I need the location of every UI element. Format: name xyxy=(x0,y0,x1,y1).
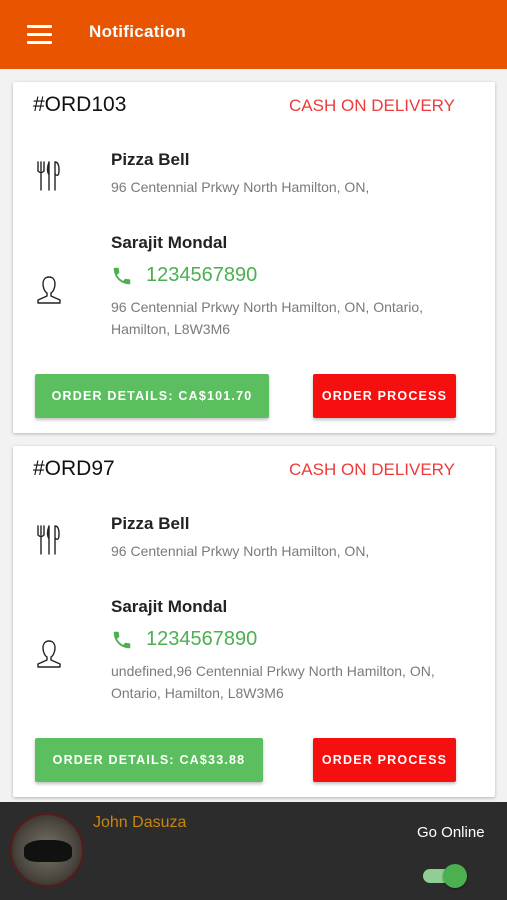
restaurant-name: Pizza Bell xyxy=(111,150,190,169)
avatar[interactable] xyxy=(10,813,84,887)
phone-number[interactable]: 1234567890 xyxy=(146,264,257,287)
phone-number[interactable]: 1234567890 xyxy=(146,628,257,651)
order-process-button[interactable]: ORDER PROCESS xyxy=(313,738,456,782)
toggle-knob[interactable] xyxy=(443,864,467,888)
restaurant-cutlery-icon xyxy=(35,160,63,192)
order-details-button[interactable]: ORDER DETAILS: CA$33.88 xyxy=(35,738,263,782)
order-card: #ORD97 CASH ON DELIVERY Pizza Bell 96 Ce… xyxy=(13,446,495,797)
app-header: Notification xyxy=(0,0,507,69)
driver-name: John Dasuza xyxy=(93,814,187,831)
order-id: #ORD103 xyxy=(33,93,127,116)
order-id: #ORD97 xyxy=(33,457,115,480)
go-online-label: Go Online xyxy=(417,824,485,841)
customer-address: 96 Centennial Prkwy North Hamilton, ON, … xyxy=(111,299,424,337)
phone-icon xyxy=(113,267,131,285)
page-title: Notification xyxy=(89,22,187,41)
order-details-button[interactable]: ORDER DETAILS: CA$101.70 xyxy=(35,374,269,418)
restaurant-name: Pizza Bell xyxy=(111,514,190,533)
order-card: #ORD103 CASH ON DELIVERY Pizza Bell 96 C… xyxy=(13,82,495,433)
customer-name: Sarajit Mondal xyxy=(111,597,228,616)
payment-method: CASH ON DELIVERY xyxy=(289,96,455,115)
driver-status-bar: John Dasuza Go Online xyxy=(0,802,507,900)
restaurant-address: 96 Centennial Prkwy North Hamilton, ON, xyxy=(111,179,370,195)
restaurant-address: 96 Centennial Prkwy North Hamilton, ON, xyxy=(111,543,370,559)
customer-user-icon xyxy=(35,638,63,670)
customer-name: Sarajit Mondal xyxy=(111,233,228,252)
restaurant-cutlery-icon xyxy=(35,524,63,556)
phone-icon xyxy=(113,631,131,649)
go-online-toggle[interactable] xyxy=(423,864,467,888)
payment-method: CASH ON DELIVERY xyxy=(289,460,455,479)
customer-address: undefined,96 Centennial Prkwy North Hami… xyxy=(111,663,435,701)
order-process-button[interactable]: ORDER PROCESS xyxy=(313,374,456,418)
hamburger-menu-icon[interactable] xyxy=(27,25,52,45)
customer-user-icon xyxy=(35,274,63,306)
